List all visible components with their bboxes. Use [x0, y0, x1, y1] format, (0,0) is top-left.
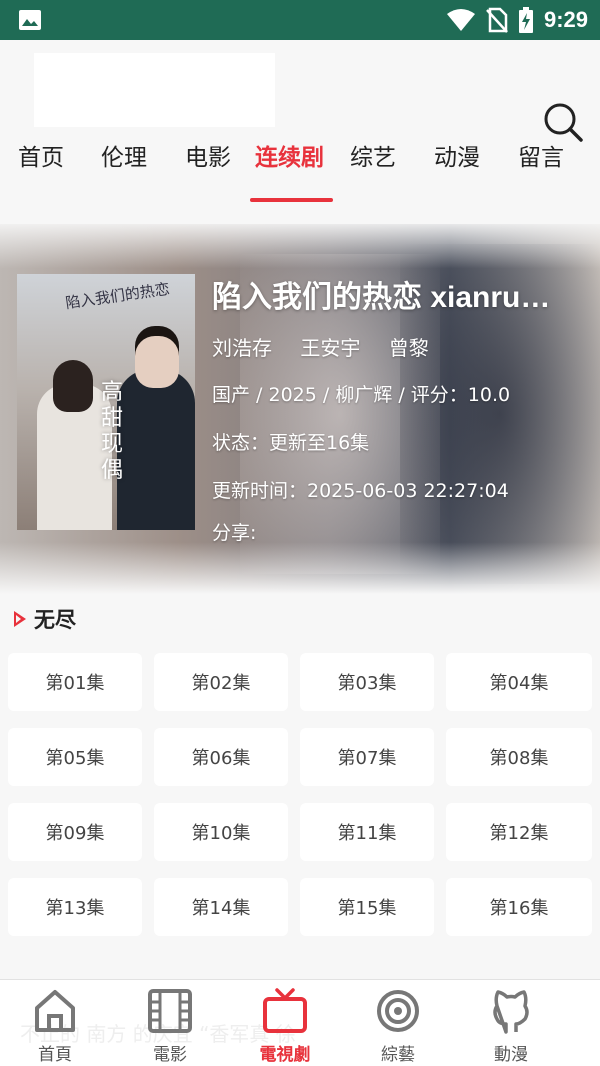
tab-ethics[interactable]: 伦理	[101, 138, 147, 188]
site-logo[interactable]	[34, 53, 275, 127]
bottom-tab-variety[interactable]: 綜藝	[353, 980, 443, 1066]
bottom-tab-series[interactable]: 電視劇	[240, 980, 330, 1066]
episode-button[interactable]: 第14集	[154, 878, 288, 936]
source-name: 无尽	[34, 608, 76, 632]
bottom-tab-label: 首頁	[38, 1045, 72, 1065]
episode-button[interactable]: 第10集	[154, 803, 288, 861]
cast-member[interactable]: 曾黎	[389, 336, 429, 360]
target-icon	[377, 990, 419, 1032]
episode-button[interactable]: 第04集	[446, 653, 592, 711]
poster-vertical-text: 高甜现偶	[101, 380, 124, 483]
category-nav: 首页 伦理 电影 连续剧 综艺 动漫 留言	[0, 138, 600, 188]
status-line: 状态：更新至16集	[212, 432, 370, 454]
battery-charging-icon	[518, 7, 533, 33]
bottom-tab-anime[interactable]: 動漫	[466, 980, 556, 1066]
film-icon	[148, 989, 192, 1033]
tab-series[interactable]: 连续剧	[255, 138, 324, 188]
cast-member[interactable]: 刘浩存	[212, 336, 272, 360]
tab-home[interactable]: 首页	[18, 138, 64, 188]
bottom-tab-label: 綜藝	[381, 1045, 415, 1065]
episode-button[interactable]: 第15集	[300, 878, 434, 936]
clock: 9:29	[543, 7, 588, 32]
bottom-tab-home[interactable]: 首頁	[10, 980, 100, 1066]
bottom-tab-label: 電視劇	[259, 1045, 311, 1065]
episode-button[interactable]: 第11集	[300, 803, 434, 861]
bottom-tab-label: 電影	[153, 1045, 187, 1065]
meta-line: 国产 / 2025 / 柳广辉 / 评分：10.0	[212, 384, 511, 406]
episode-button[interactable]: 第12集	[446, 803, 592, 861]
cast-list: 刘浩存 王安宇 曾黎	[212, 332, 451, 361]
episode-button[interactable]: 第16集	[446, 878, 592, 936]
bottom-tab-label: 動漫	[494, 1045, 528, 1065]
episode-button[interactable]: 第06集	[154, 728, 288, 786]
share-label: 分享:	[212, 522, 257, 544]
updated-time: 更新时间：2025-06-03 22:27:04	[212, 480, 509, 502]
active-tab-indicator	[250, 198, 333, 202]
source-header: 无尽	[14, 604, 76, 634]
status-bar: 9:29	[0, 0, 600, 40]
wifi-icon	[446, 9, 475, 31]
no-sim-icon	[486, 7, 508, 33]
episode-button[interactable]: 第02集	[154, 653, 288, 711]
episode-button[interactable]: 第01集	[8, 653, 142, 711]
cast-member[interactable]: 王安宇	[300, 336, 360, 360]
episode-button[interactable]: 第03集	[300, 653, 434, 711]
show-title: 陷入我们的热恋 xianru…	[212, 281, 551, 314]
image-icon	[19, 10, 41, 30]
search-icon[interactable]	[543, 102, 583, 142]
episode-button[interactable]: 第07集	[300, 728, 434, 786]
episode-button[interactable]: 第05集	[8, 728, 142, 786]
episode-button[interactable]: 第13集	[8, 878, 142, 936]
github-cat-icon	[493, 990, 529, 1034]
tab-variety[interactable]: 综艺	[350, 138, 396, 188]
tab-anime[interactable]: 动漫	[434, 138, 480, 188]
home-icon	[35, 990, 75, 1032]
bottom-tab-movies[interactable]: 電影	[125, 980, 215, 1066]
episode-button[interactable]: 第08集	[446, 728, 592, 786]
episode-button[interactable]: 第09集	[8, 803, 142, 861]
tab-messages[interactable]: 留言	[518, 138, 564, 188]
poster-image[interactable]: 陷入我们的热恋 高甜现偶	[17, 274, 195, 530]
tab-movies[interactable]: 电影	[185, 138, 231, 188]
play-triangle-icon	[14, 611, 26, 627]
tv-icon	[263, 988, 307, 1033]
bottom-tab-bar: 不止的 南方 的庆宜 “香军真 徐 首頁 電影 電視劇 綜藝 動漫	[0, 979, 600, 1066]
